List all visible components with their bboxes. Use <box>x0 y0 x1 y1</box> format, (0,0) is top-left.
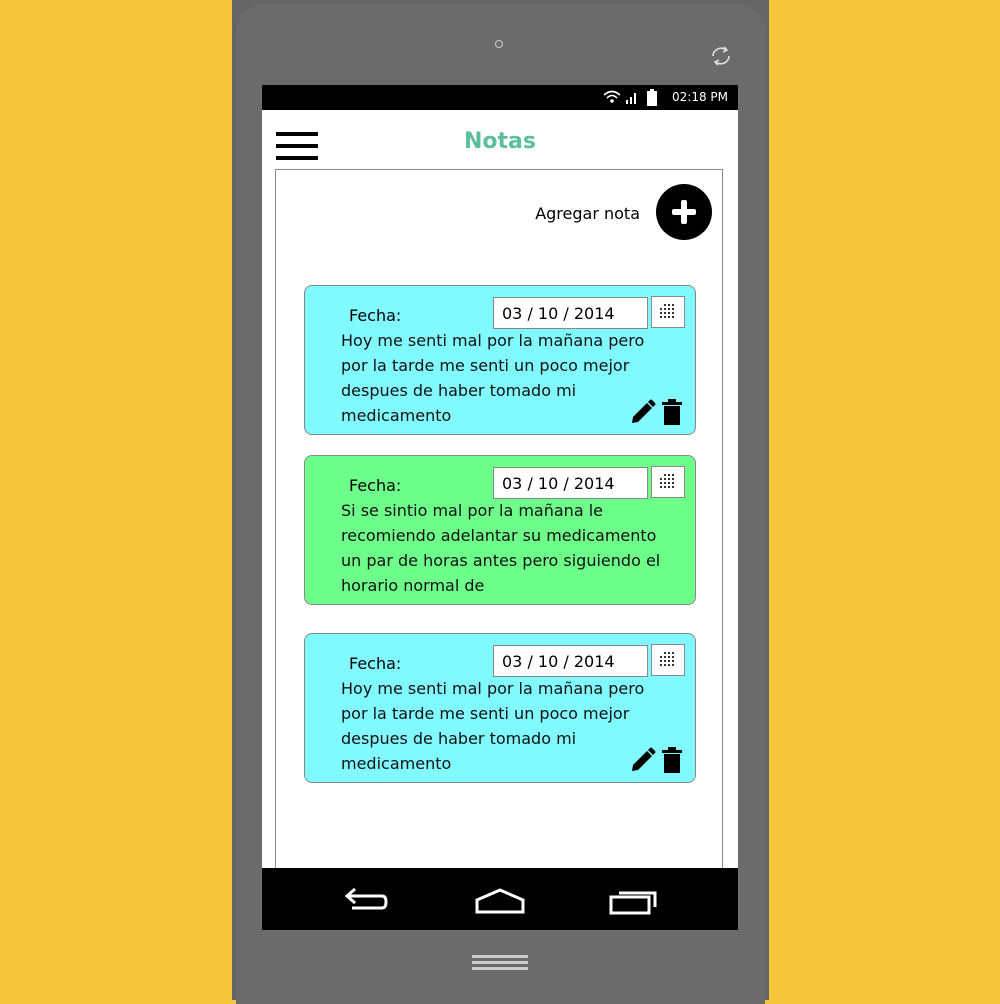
rotate-icon <box>712 46 730 66</box>
wifi-icon <box>603 90 621 103</box>
status-bar: 02:18 PM <box>262 85 738 110</box>
back-icon[interactable] <box>342 884 390 918</box>
date-label: Fecha: <box>349 654 402 673</box>
home-icon[interactable] <box>474 884 526 918</box>
calendar-icon <box>660 304 674 318</box>
note-text: Hoy me senti mal por la mañana pero por … <box>341 679 645 773</box>
calendar-button[interactable] <box>651 296 685 328</box>
trash-icon[interactable] <box>661 746 683 774</box>
note-text: Si se sintio mal por la mañana le recomi… <box>341 501 661 595</box>
pencil-icon[interactable] <box>629 746 657 774</box>
date-field[interactable]: 03 / 10 / 2014 <box>493 297 648 329</box>
add-note-label: Agregar nota <box>535 204 640 223</box>
note-text: Hoy me senti mal por la mañana pero por … <box>341 331 645 425</box>
date-field[interactable]: 03 / 10 / 2014 <box>493 467 648 499</box>
calendar-icon <box>660 652 674 666</box>
menu-lines-icon <box>472 955 528 970</box>
status-time: 02:18 PM <box>672 90 728 104</box>
phone-screen: 02:18 PM Notas Agregar nota Fecha: 03 / 1… <box>262 85 738 930</box>
calendar-button[interactable] <box>651 644 685 676</box>
status-icons <box>603 89 657 106</box>
page-title: Notas <box>464 129 536 154</box>
note-card[interactable]: Fecha: 03 / 10 / 2014 Hoy me senti mal por… <box>304 633 696 783</box>
add-note-button[interactable] <box>656 184 712 240</box>
recents-icon[interactable] <box>608 884 658 918</box>
app-bar: Notas <box>262 110 738 168</box>
pencil-icon[interactable] <box>629 398 657 426</box>
note-card[interactable]: Fecha: 03 / 10 / 2014 Hoy me senti mal por… <box>304 285 696 435</box>
calendar-icon <box>660 474 674 488</box>
navigation-bar <box>262 868 738 930</box>
date-label: Fecha: <box>349 476 402 495</box>
note-card[interactable]: Fecha: 03 / 10 / 2014 Si se sintio mal por… <box>304 455 696 605</box>
camera-icon <box>495 40 503 48</box>
signal-icon <box>626 93 636 104</box>
battery-icon <box>647 89 657 106</box>
trash-icon[interactable] <box>661 398 683 426</box>
date-field[interactable]: 03 / 10 / 2014 <box>493 645 648 677</box>
notes-panel: Agregar nota Fecha: 03 / 10 / 2014 Hoy me … <box>275 169 723 889</box>
date-label: Fecha: <box>349 306 402 325</box>
calendar-button[interactable] <box>651 466 685 498</box>
